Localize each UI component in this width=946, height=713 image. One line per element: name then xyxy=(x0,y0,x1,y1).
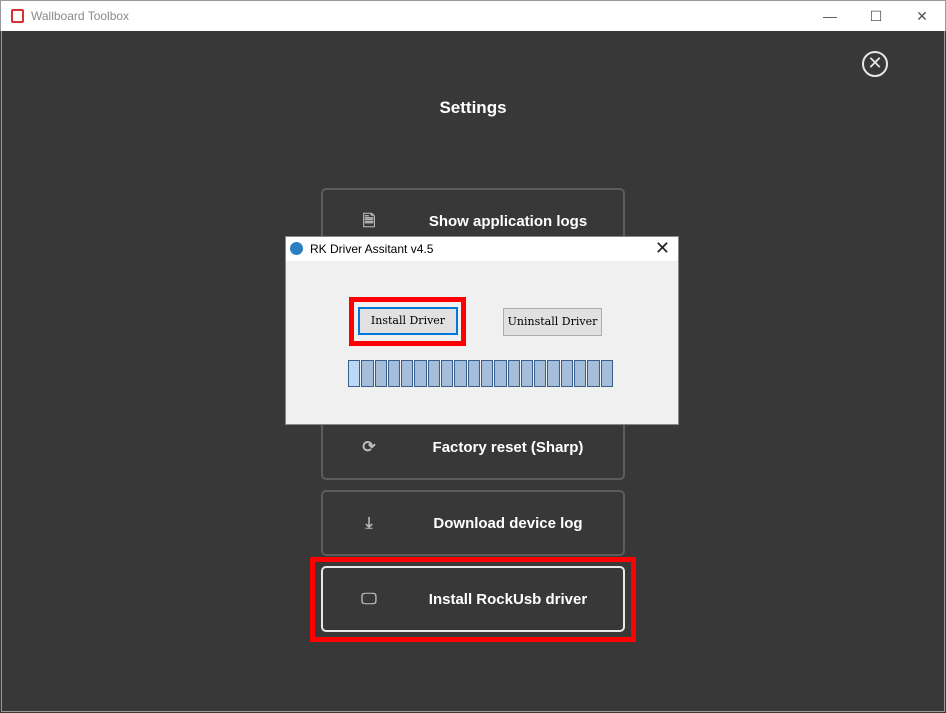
uninstall-driver-button[interactable]: Uninstall Driver xyxy=(503,308,602,336)
title-bar: Wallboard Toolbox — ☐ ✕ xyxy=(0,0,946,31)
progress-segment xyxy=(387,360,401,387)
minimize-button[interactable]: — xyxy=(807,1,853,32)
progress-bar xyxy=(348,360,613,387)
maximize-button[interactable]: ☐ xyxy=(853,1,899,32)
download-icon: ⤓ xyxy=(365,515,373,532)
progress-segment xyxy=(361,360,374,387)
log-file-icon: 🗎 xyxy=(362,213,376,230)
progress-segment xyxy=(547,360,560,387)
progress-segment xyxy=(467,360,480,387)
progress-segment xyxy=(441,360,454,387)
rk-app-icon xyxy=(290,242,303,255)
progress-segment xyxy=(401,360,414,387)
button-label: Download device log xyxy=(433,515,583,532)
progress-segment xyxy=(414,360,427,387)
dialog-title-bar: RK Driver Assitant v4.5 ✕ xyxy=(286,237,678,261)
progress-segment xyxy=(520,360,534,387)
progress-segment xyxy=(587,360,600,387)
progress-segment xyxy=(374,360,387,387)
install-driver-button[interactable]: Install Driver xyxy=(358,307,458,335)
rk-driver-dialog: RK Driver Assitant v4.5 ✕ Install Driver… xyxy=(285,236,679,425)
close-button[interactable]: ✕ xyxy=(899,1,945,32)
refresh-icon: ⟳ xyxy=(362,439,376,456)
progress-segment xyxy=(574,360,587,387)
progress-segment xyxy=(600,360,613,387)
progress-segment xyxy=(427,360,441,387)
dialog-close-button[interactable]: ✕ xyxy=(655,238,670,259)
progress-segment xyxy=(480,360,494,387)
app-icon xyxy=(11,9,24,23)
progress-segment xyxy=(534,360,547,387)
download-log-button[interactable]: ⤓ Download device log xyxy=(321,490,625,556)
dialog-title: RK Driver Assitant v4.5 xyxy=(310,242,434,256)
progress-segment xyxy=(348,360,361,387)
window-title: Wallboard Toolbox xyxy=(31,9,130,23)
button-label: Show application logs xyxy=(428,213,588,230)
highlight-box xyxy=(310,557,636,642)
progress-segment xyxy=(494,360,507,387)
close-settings-icon[interactable]: ✕ xyxy=(862,51,888,77)
progress-segment xyxy=(507,360,520,387)
button-label: Factory reset (Sharp) xyxy=(432,439,584,456)
page-title: Settings xyxy=(439,98,507,117)
progress-segment xyxy=(560,360,574,387)
progress-segment xyxy=(454,360,467,387)
